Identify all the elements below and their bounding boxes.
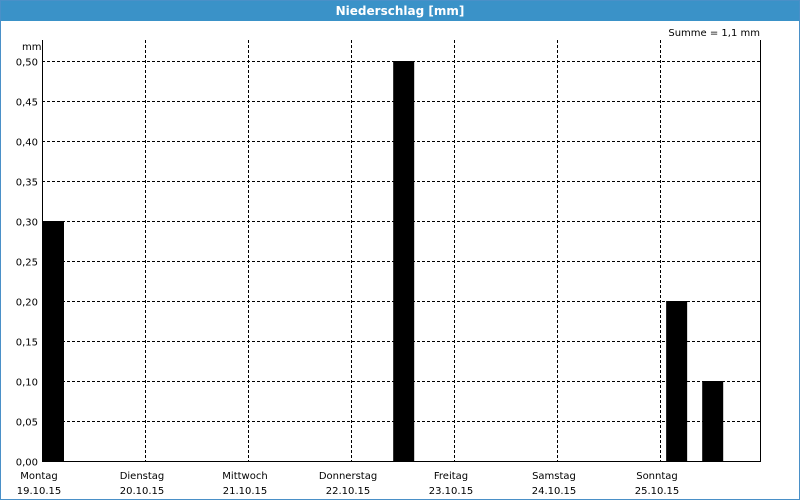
x-tick-day: Donnerstag [319,471,377,482]
x-tick-date: 21.10.15 [223,486,268,497]
bar [43,221,64,461]
sum-annotation: Summe = 1,1 mm [668,28,760,39]
bar [702,381,724,461]
y-tick-label: 0,15 [16,338,38,349]
y-tick-label: 0,40 [16,138,38,149]
y-tick-label: 0,35 [16,178,38,189]
y-tick-label: 0,10 [16,378,38,389]
x-tick-day: Montag [20,471,57,482]
y-tick-label: 0,30 [16,218,38,229]
y-tick-label: 0,00 [16,458,38,469]
x-tick-date: 25.10.15 [635,486,680,497]
x-tick-day: Samstag [532,471,576,482]
x-tick-date: 20.10.15 [120,486,165,497]
y-axis-label: mm [22,42,41,53]
precipitation-chart: 0,00 0,05 0,10 0,15 0,20 0,25 0,30 0,35 0,40 0,45… [16,28,761,497]
y-tick-label: 0,05 [16,418,38,429]
bar [666,301,688,461]
x-tick-date: 24.10.15 [532,486,577,497]
x-tick-day: Freitag [434,471,468,482]
y-tick-label: 0,45 [16,98,38,109]
x-tick-day: Dienstag [120,471,165,482]
x-tick-date: 22.10.15 [326,486,371,497]
y-tick-label: 0,25 [16,258,38,269]
x-tick-day: Sonntag [636,471,678,482]
y-tick-label: 0,50 [16,58,38,69]
bar [393,61,415,461]
y-tick-label: 0,20 [16,298,38,309]
x-tick-date: 23.10.15 [429,486,474,497]
x-tick-date: 19.10.15 [17,486,62,497]
x-tick-day: Mittwoch [222,471,267,482]
